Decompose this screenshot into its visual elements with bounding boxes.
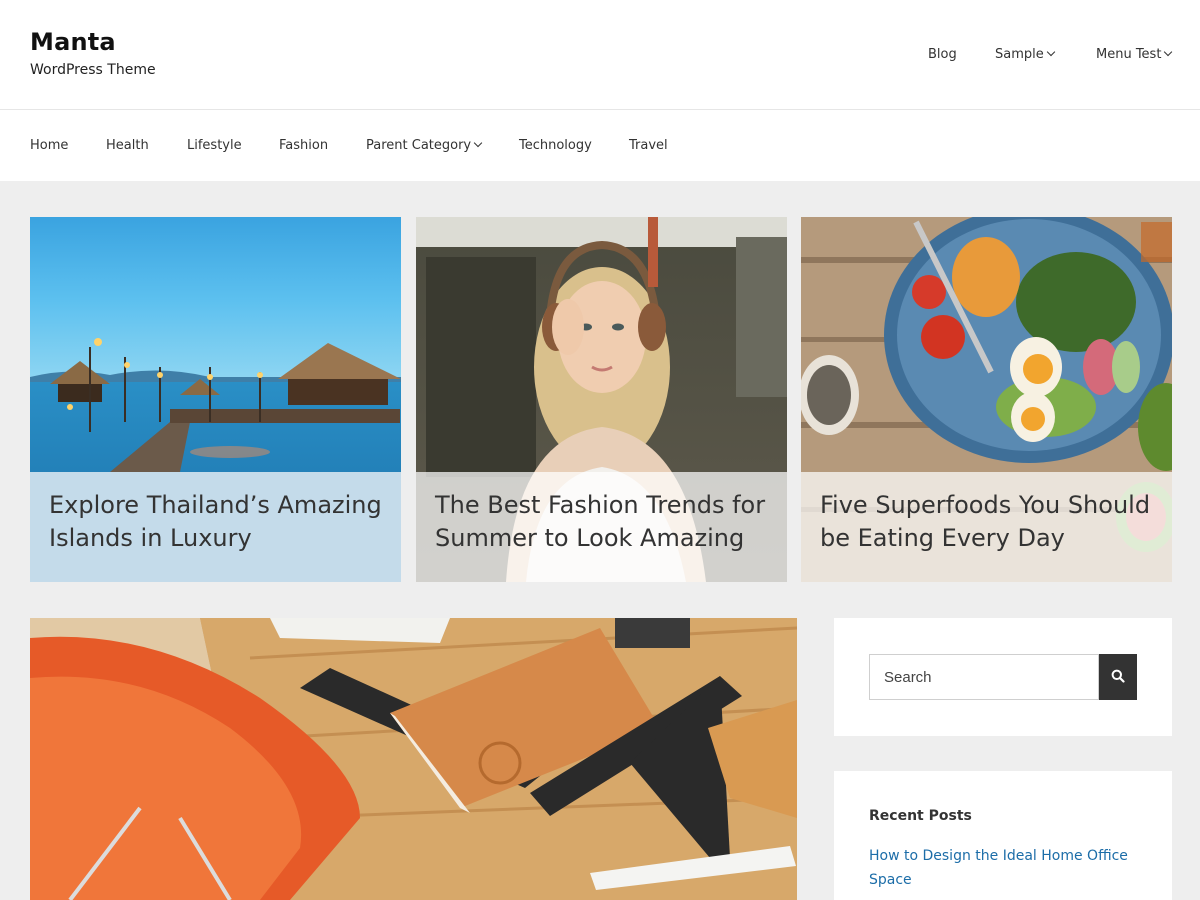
- chevron-down-icon: [1164, 47, 1173, 57]
- category-nav-fashion[interactable]: Fashion: [279, 138, 328, 153]
- top-nav-sample[interactable]: Sample: [995, 47, 1055, 62]
- top-nav-label: Menu Test: [1096, 47, 1162, 62]
- featured-post-title[interactable]: Five Superfoods You Should be Eating Eve…: [820, 489, 1156, 555]
- featured-post-card[interactable]: Five Superfoods You Should be Eating Eve…: [801, 217, 1172, 582]
- chevron-down-icon: [1046, 47, 1055, 57]
- search-input[interactable]: [869, 654, 1099, 700]
- featured-post-card[interactable]: Explore Thailand’s Amazing Islands in Lu…: [30, 217, 401, 582]
- top-nav-menu-test[interactable]: Menu Test: [1096, 47, 1173, 62]
- category-nav-label: Fashion: [279, 138, 329, 153]
- category-nav-label: Home: [30, 138, 69, 153]
- top-nav-label: Sample: [995, 47, 1044, 62]
- category-nav-health[interactable]: Health: [106, 138, 149, 153]
- category-nav-parent-category[interactable]: Parent Category: [366, 138, 483, 153]
- search-icon: [1111, 669, 1125, 683]
- category-nav-travel[interactable]: Travel: [629, 138, 668, 153]
- office-desk-photo: [30, 618, 797, 900]
- site-description: WordPress Theme: [30, 62, 156, 78]
- featured-post-card[interactable]: The Best Fashion Trends for Summer to Lo…: [416, 217, 787, 582]
- site-title[interactable]: Manta: [30, 28, 116, 56]
- category-nav-label: Parent Category: [366, 138, 472, 153]
- widget-title: Recent Posts: [869, 808, 972, 824]
- search-widget: [834, 618, 1172, 736]
- category-nav-home[interactable]: Home: [30, 138, 68, 153]
- site-header: Manta WordPress Theme Blog Sample Menu T…: [0, 0, 1200, 110]
- category-nav-label: Travel: [629, 138, 668, 153]
- category-nav-lifestyle[interactable]: Lifestyle: [187, 138, 242, 153]
- category-nav-technology[interactable]: Technology: [519, 138, 592, 153]
- main-post-image[interactable]: [30, 618, 797, 900]
- category-nav-label: Health: [106, 138, 149, 153]
- top-nav-blog[interactable]: Blog: [928, 47, 957, 62]
- featured-post-title[interactable]: The Best Fashion Trends for Summer to Lo…: [435, 489, 771, 555]
- recent-post-link[interactable]: How to Design the Ideal Home Office Spac…: [869, 844, 1139, 892]
- category-nav-label: Technology: [519, 138, 592, 153]
- featured-post-title[interactable]: Explore Thailand’s Amazing Islands in Lu…: [49, 489, 385, 555]
- search-button[interactable]: [1099, 654, 1137, 700]
- chevron-down-icon: [473, 138, 483, 148]
- top-nav-label: Blog: [928, 47, 957, 62]
- category-nav-label: Lifestyle: [187, 138, 242, 153]
- category-navigation: Home Health Lifestyle Fashion Parent Cat…: [0, 110, 1200, 181]
- recent-posts-widget: Recent Posts How to Design the Ideal Hom…: [834, 771, 1172, 900]
